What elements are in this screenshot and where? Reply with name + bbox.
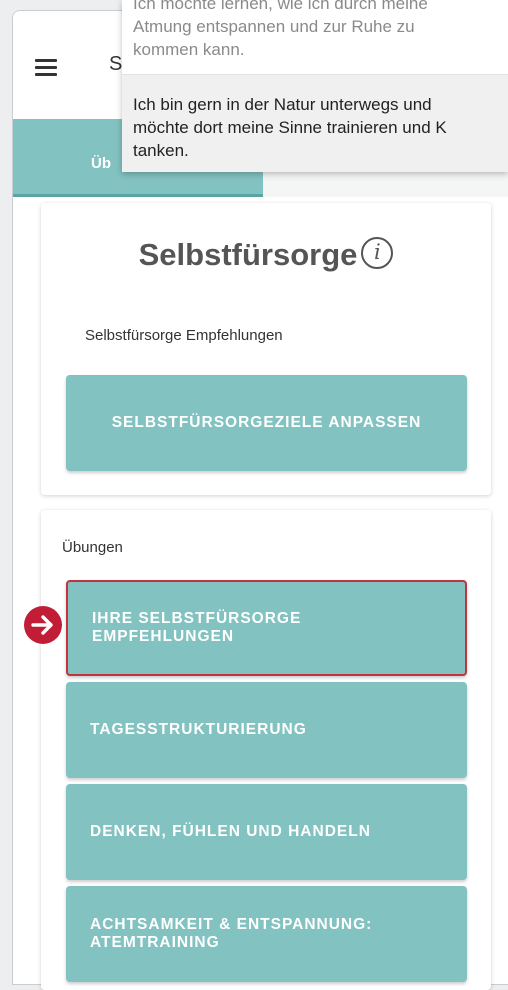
page-title: Selbstfürsorge i [41,235,491,273]
popup-line: kommen kann. [133,40,245,59]
popup-line: möchte dort meine Sinne trainieren und K [133,118,447,137]
exercises-heading: Übungen [62,539,123,556]
exercise-button-mindfulness[interactable]: ACHTSAMKEIT & ENTSPANNUNG: ATEMTRAINING [66,886,467,982]
selfcare-subtitle: Selbstfürsorge Empfehlungen [85,327,283,344]
button-line: TAGESSTRUKTURIERUNG [90,721,307,738]
exercises-card: Übungen IHRE SELBSTFÜRSORGE EMPFEHLUNGEN… [41,510,491,990]
goals-dropdown-popup: Ich möchte lernen, wie ich durch meine A… [122,0,508,172]
popup-line: Ich möchte lernen, wie ich durch meine [133,0,428,13]
button-line: ACHTSAMKEIT & ENTSPANNUNG: [90,916,373,933]
popup-line: Ich bin gern in der Natur unterwegs und [133,95,432,114]
tab-indicator [13,194,263,197]
button-line: IHRE SELBSTFÜRSORGE [92,610,302,627]
popup-line: tanken. [133,141,189,160]
app-title: S [109,53,123,75]
selfcare-title: Selbstfürsorge [138,236,358,272]
button-line: EMPFEHLUNGEN [92,628,235,645]
exercise-button-daily-structure[interactable]: TAGESSTRUKTURIERUNG [66,682,467,778]
popup-option-breathing[interactable]: Ich möchte lernen, wie ich durch meine A… [122,0,508,61]
button-line: DENKEN, FÜHLEN UND HANDELN [90,823,371,840]
button-line: ATEMTRAINING [90,934,220,951]
popup-option-nature[interactable]: Ich bin gern in der Natur unterwegs und … [122,74,508,172]
arrow-right-circle-icon [24,606,62,644]
adjust-goals-button[interactable]: SELBSTFÜRSORGEZIELE ANPASSEN [66,375,467,471]
hamburger-menu-icon[interactable] [35,59,57,76]
popup-line: Atmung entspannen und zur Ruhe zu [133,17,415,36]
exercise-button-thinking-feeling[interactable]: DENKEN, FÜHLEN UND HANDELN [66,784,467,880]
selfcare-card: Selbstfürsorge i Selbstfürsorge Empfehlun… [41,203,491,495]
info-icon[interactable]: i [361,236,394,269]
tab-label: Üb [91,155,111,172]
exercise-button-recommendations[interactable]: IHRE SELBSTFÜRSORGE EMPFEHLUNGEN [66,580,467,676]
